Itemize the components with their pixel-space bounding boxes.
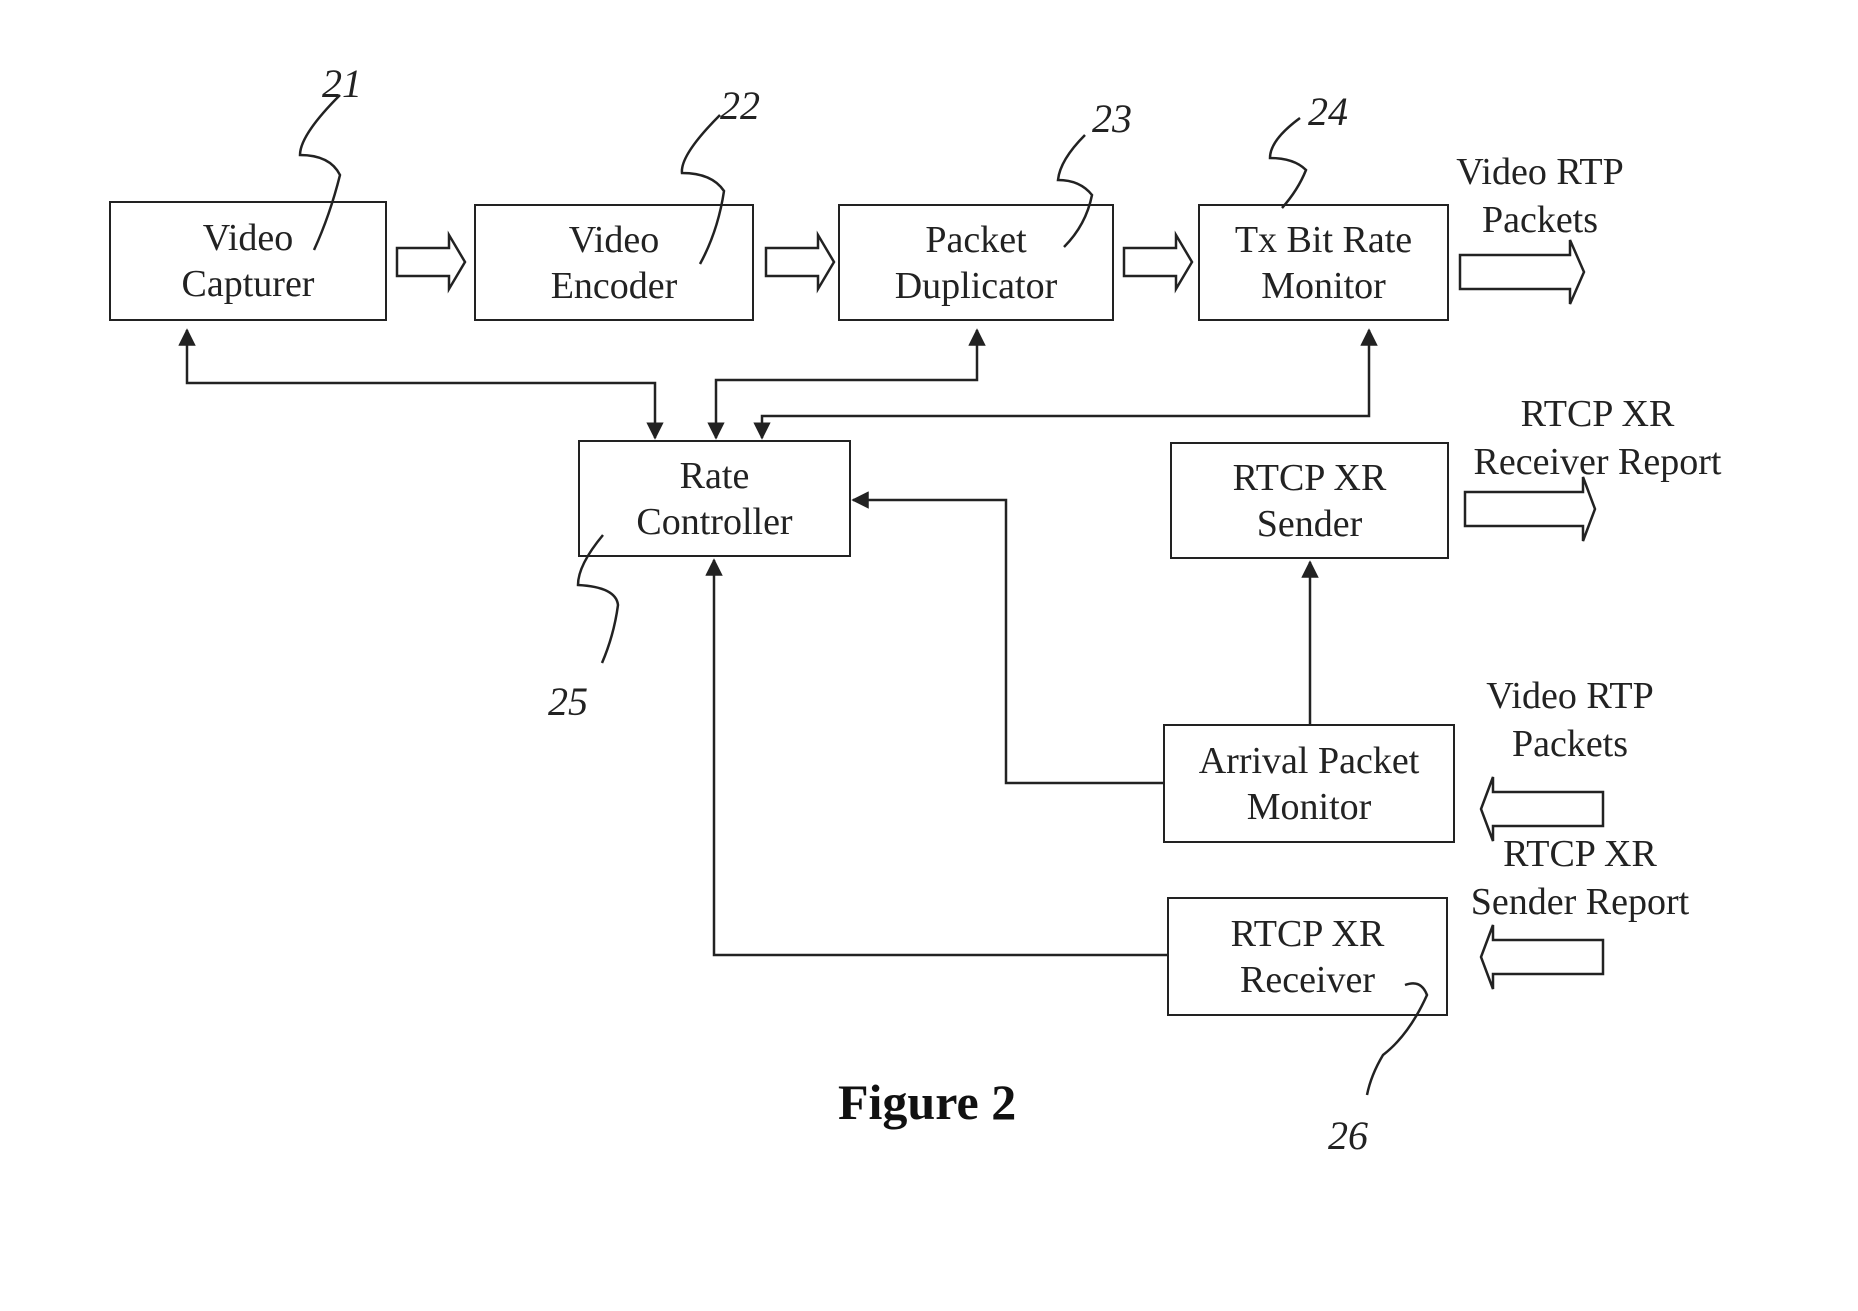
- label-line: RTCP XR: [1503, 833, 1657, 875]
- block-text: Video: [568, 218, 660, 261]
- block-text: Tx Bit Rate: [1234, 218, 1413, 261]
- block-text: Sender: [1256, 502, 1363, 545]
- block-text: Video: [202, 217, 294, 259]
- flow-arrow-capturer-encoder: [395, 230, 467, 294]
- line-receiver-ratecontroller: [705, 558, 1167, 957]
- ref-numeral-22: 22: [720, 83, 760, 128]
- label-line: Video RTP: [1456, 151, 1624, 193]
- block-video-encoder: Video Encoder: [474, 204, 754, 321]
- block-text: RTCP XR: [1232, 456, 1387, 499]
- block-text: Monitor: [1261, 264, 1386, 307]
- label-rtcp-receiver-report: RTCP XR Receiver Report: [1455, 390, 1740, 486]
- block-tx-bit-rate-monitor: Tx Bit Rate Monitor: [1198, 204, 1449, 321]
- block-rtcp-xr-sender: RTCP XR Sender: [1170, 442, 1449, 559]
- ref-numeral-26: 26: [1328, 1113, 1368, 1158]
- label-line: Receiver Report: [1473, 441, 1722, 483]
- leader-24: [1268, 116, 1308, 209]
- ref-numeral-25: 25: [548, 679, 588, 724]
- label-video-rtp-in: Video RTP Packets: [1470, 672, 1670, 768]
- block-text: Rate: [679, 454, 750, 497]
- input-arrow-sender-report: [1479, 924, 1605, 990]
- flow-arrow-encoder-duplicator: [764, 230, 836, 294]
- output-arrow-receiver-report: [1463, 476, 1597, 542]
- block-text: Controller: [636, 500, 793, 543]
- ref-numeral-24: 24: [1308, 89, 1348, 134]
- block-packet-duplicator: Packet Duplicator: [838, 204, 1114, 321]
- label-line: RTCP XR: [1520, 393, 1675, 435]
- block-text: Monitor: [1246, 785, 1372, 828]
- label-line: Packets: [1481, 199, 1599, 241]
- block-text: Encoder: [550, 264, 678, 307]
- line-arrival-ratecontroller: [851, 491, 1163, 785]
- block-arrival-packet-monitor: Arrival Packet Monitor: [1163, 724, 1455, 843]
- block-rate-controller: Rate Controller: [578, 440, 851, 557]
- diagram-canvas: Video Capturer Video Encoder Packet Dupl…: [0, 0, 1858, 1311]
- line-txmonitor-ratecontroller: [753, 328, 1378, 440]
- line-duplicator-ratecontroller: [707, 328, 986, 440]
- ref-numeral-23: 23: [1092, 96, 1132, 141]
- label-video-rtp-out: Video RTP Packets: [1440, 148, 1640, 244]
- label-line: Packets: [1511, 723, 1629, 765]
- block-video-capturer: Video Capturer: [109, 201, 387, 321]
- flow-arrow-duplicator-monitor: [1122, 230, 1194, 294]
- block-text: Receiver: [1239, 958, 1376, 1001]
- block-text: RTCP XR: [1230, 912, 1385, 955]
- label-line: Sender Report: [1470, 881, 1690, 923]
- label-rtcp-sender-report: RTCP XR Sender Report: [1455, 830, 1705, 926]
- block-rtcp-xr-receiver: RTCP XR Receiver: [1167, 897, 1448, 1016]
- block-text: Duplicator: [894, 264, 1058, 307]
- line-capturer-ratecontroller: [178, 328, 664, 440]
- block-text: Arrival Packet: [1198, 739, 1420, 782]
- block-text: Packet: [925, 218, 1027, 261]
- output-arrow-video-rtp: [1458, 239, 1586, 305]
- figure-title: Figure 2: [838, 1074, 1017, 1130]
- ref-numeral-21: 21: [322, 61, 362, 106]
- block-text: Capturer: [181, 263, 315, 305]
- label-line: Video RTP: [1486, 675, 1654, 717]
